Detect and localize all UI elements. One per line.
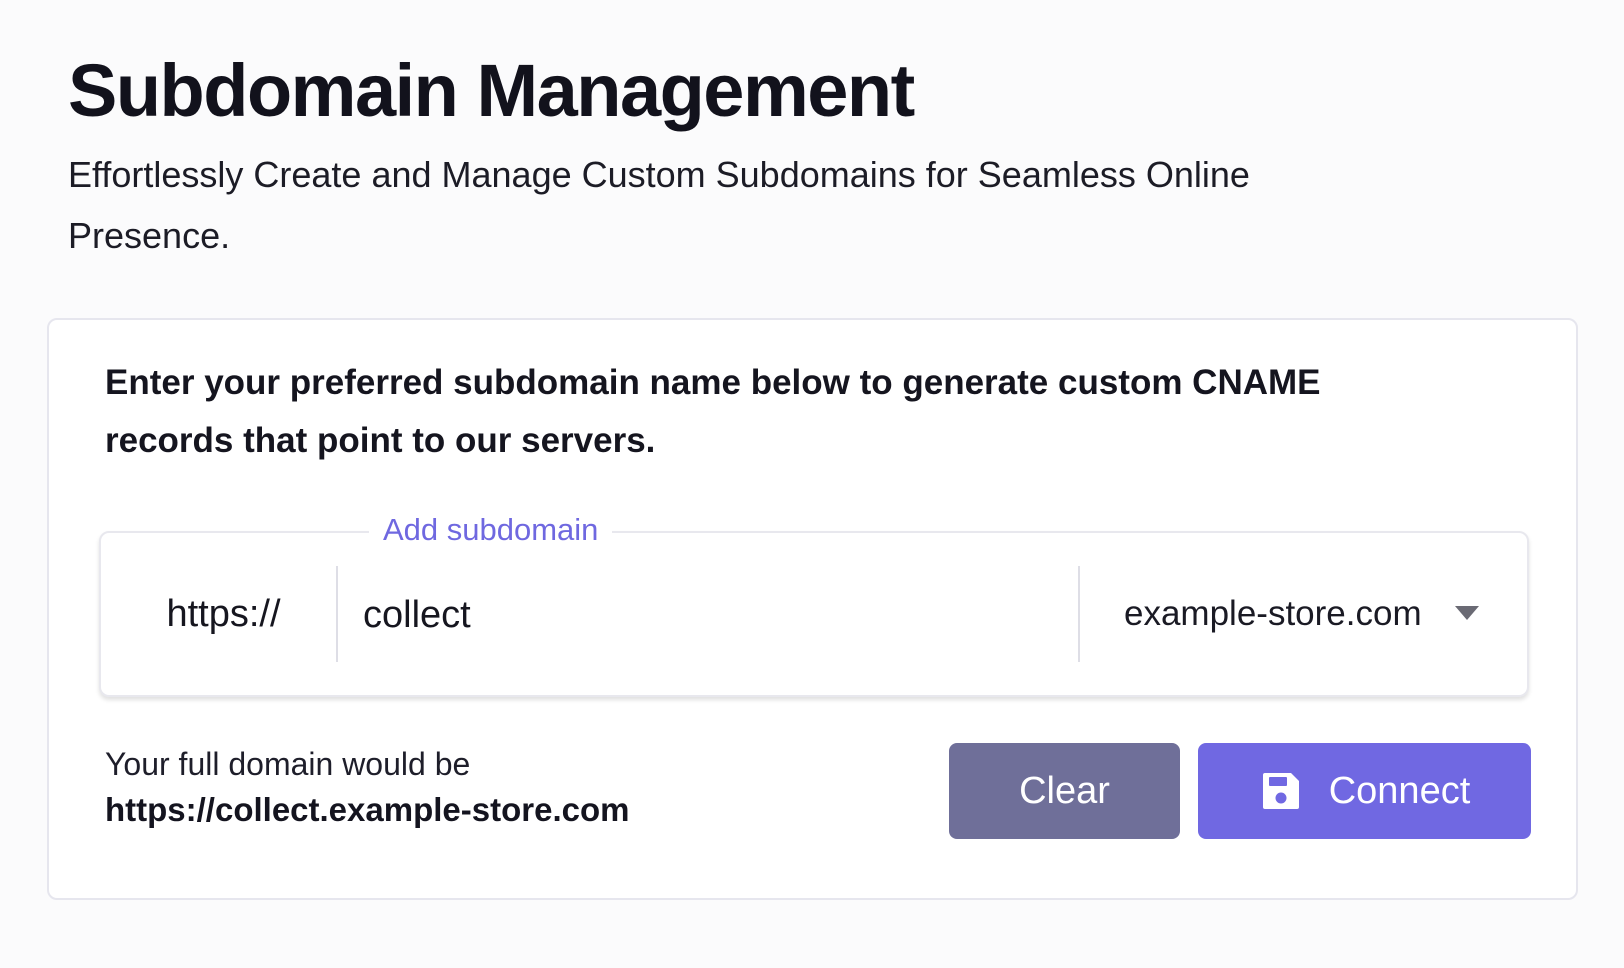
card-instructions: Enter your preferred subdomain name belo… [105,363,1321,460]
subdomain-field: Add subdomain https:// example-store.com [99,508,1529,697]
clear-button[interactable]: Clear [949,743,1180,839]
field-divider [336,566,338,662]
full-domain-value: https://collect.example-store.com [105,791,630,828]
field-legend: Add subdomain [369,508,613,552]
domain-select-value: example-store.com [1124,594,1422,633]
subdomain-card: Enter your preferred subdomain name belo… [47,318,1578,900]
clear-button-label: Clear [1019,769,1110,812]
connect-button[interactable]: Connect [1198,743,1531,839]
save-icon [1262,773,1299,809]
protocol-prefix: https:// [166,592,281,635]
page-title: Subdomain Management [68,49,915,132]
chevron-down-icon[interactable] [1455,606,1479,620]
page: Subdomain Management Effortlessly Create… [0,0,1624,968]
full-domain-label: Your full domain would be [105,746,471,782]
domain-select[interactable]: example-store.com [1080,533,1529,695]
connect-button-label: Connect [1328,769,1471,812]
subdomain-input[interactable] [363,573,1053,657]
page-subtitle: Effortlessly Create and Manage Custom Su… [68,154,1250,256]
